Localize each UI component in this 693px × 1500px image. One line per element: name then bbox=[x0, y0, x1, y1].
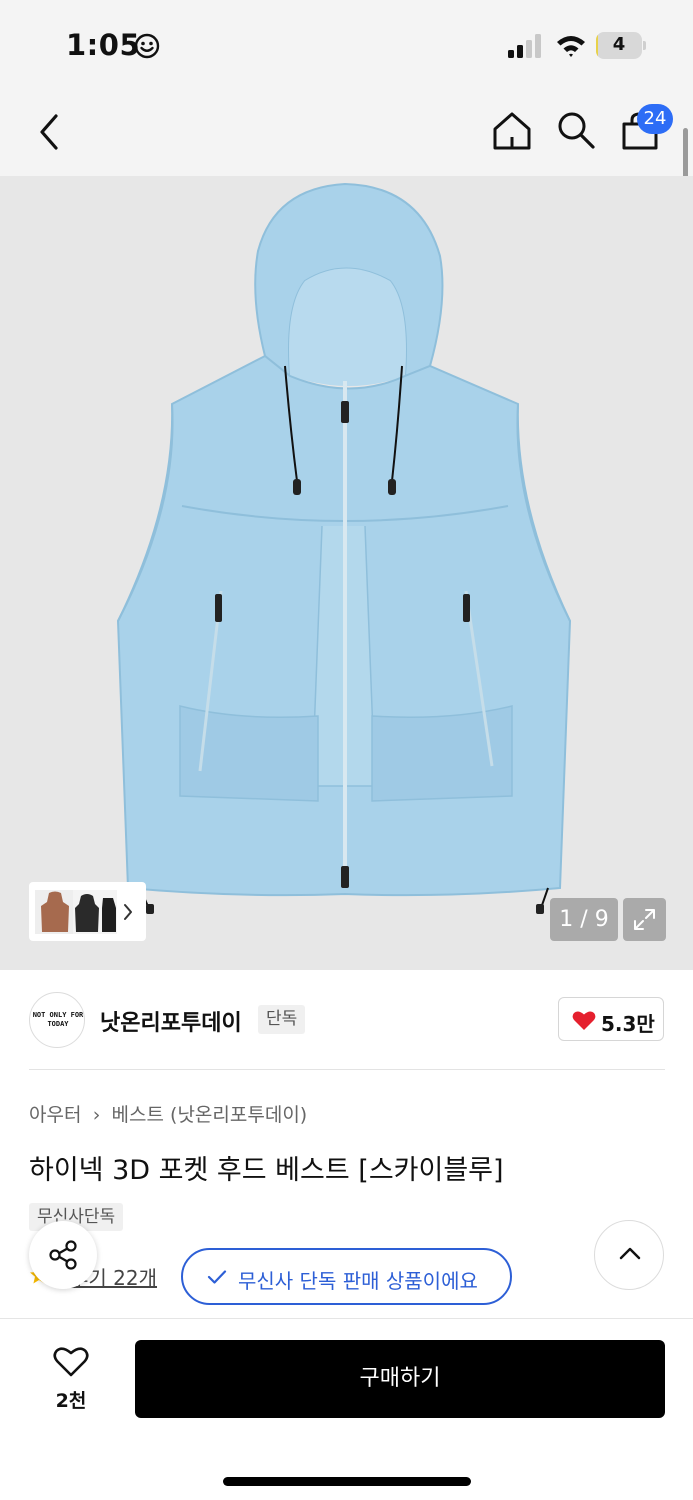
brand-like-count: 5.3만 bbox=[601, 1012, 655, 1036]
wishlist-count: 2천 bbox=[55, 1390, 87, 1412]
wishlist-button[interactable]: 2천 bbox=[34, 1340, 108, 1418]
battery-indicator: 4 bbox=[596, 32, 646, 59]
battery-nub bbox=[643, 41, 646, 50]
battery-level: 4 bbox=[612, 34, 626, 55]
brand-logo[interactable]: NOT ONLY FOR TODAY bbox=[29, 992, 85, 1048]
black-vest-thumbnail-2[interactable] bbox=[99, 890, 117, 934]
breadcrumb: 아우터 › 베스트 (낫온리포투데이) bbox=[29, 1100, 307, 1127]
product-image[interactable] bbox=[0, 176, 693, 970]
heart-filled-icon bbox=[572, 1011, 596, 1030]
battery-body: 4 bbox=[596, 32, 642, 59]
status-bar: 1:05 4 bbox=[0, 0, 693, 88]
expand-icon bbox=[634, 909, 655, 930]
cellular-signal-icon bbox=[508, 34, 541, 58]
verify-text: 무신사 단독 판매 상품이에요 bbox=[238, 1269, 478, 1293]
brand-like-button[interactable]: 5.3만 bbox=[558, 997, 664, 1041]
exclusive-verify-badge[interactable]: 무신사 단독 판매 상품이에요 bbox=[181, 1248, 512, 1305]
share-icon bbox=[49, 1240, 77, 1270]
brand-tag: 단독 bbox=[258, 1005, 306, 1034]
expand-button[interactable] bbox=[623, 898, 666, 941]
wifi-icon bbox=[557, 36, 585, 57]
chevron-right-icon: › bbox=[92, 1104, 101, 1126]
brand-logo-text: NOT ONLY FOR TODAY bbox=[32, 1011, 84, 1028]
chevron-right-icon[interactable] bbox=[122, 902, 134, 922]
status-time: 1:05 bbox=[66, 28, 141, 62]
smiley-icon bbox=[134, 33, 160, 59]
product-title: 하이넥 3D 포켓 후드 베스트 [스카이블루] bbox=[29, 1155, 504, 1186]
cart-count-badge: 24 bbox=[637, 104, 673, 134]
thumbnail-strip[interactable] bbox=[29, 882, 146, 941]
breadcrumb-category[interactable]: 아우터 bbox=[29, 1104, 81, 1126]
breadcrumb-subcategory[interactable]: 베스트 (낫온리포투데이) bbox=[112, 1104, 308, 1126]
black-vest-thumbnail[interactable] bbox=[73, 890, 101, 934]
vest-illustration bbox=[116, 182, 572, 914]
check-icon bbox=[207, 1270, 227, 1284]
share-button[interactable] bbox=[29, 1221, 97, 1289]
brown-vest-thumbnail[interactable] bbox=[35, 890, 75, 934]
chevron-up-icon bbox=[619, 1247, 641, 1260]
divider bbox=[29, 1069, 665, 1070]
search-icon[interactable] bbox=[556, 110, 596, 150]
heart-outline-icon bbox=[53, 1347, 89, 1377]
home-icon[interactable] bbox=[491, 110, 533, 152]
back-icon[interactable] bbox=[36, 112, 64, 152]
brand-name[interactable]: 낫온리포투데이 bbox=[100, 1005, 242, 1037]
nav-bar bbox=[0, 88, 693, 176]
home-indicator bbox=[223, 1477, 471, 1486]
scroll-to-top-button[interactable] bbox=[594, 1220, 664, 1290]
image-counter: 1 / 9 bbox=[550, 898, 618, 941]
buy-button[interactable]: 구매하기 bbox=[135, 1340, 665, 1418]
